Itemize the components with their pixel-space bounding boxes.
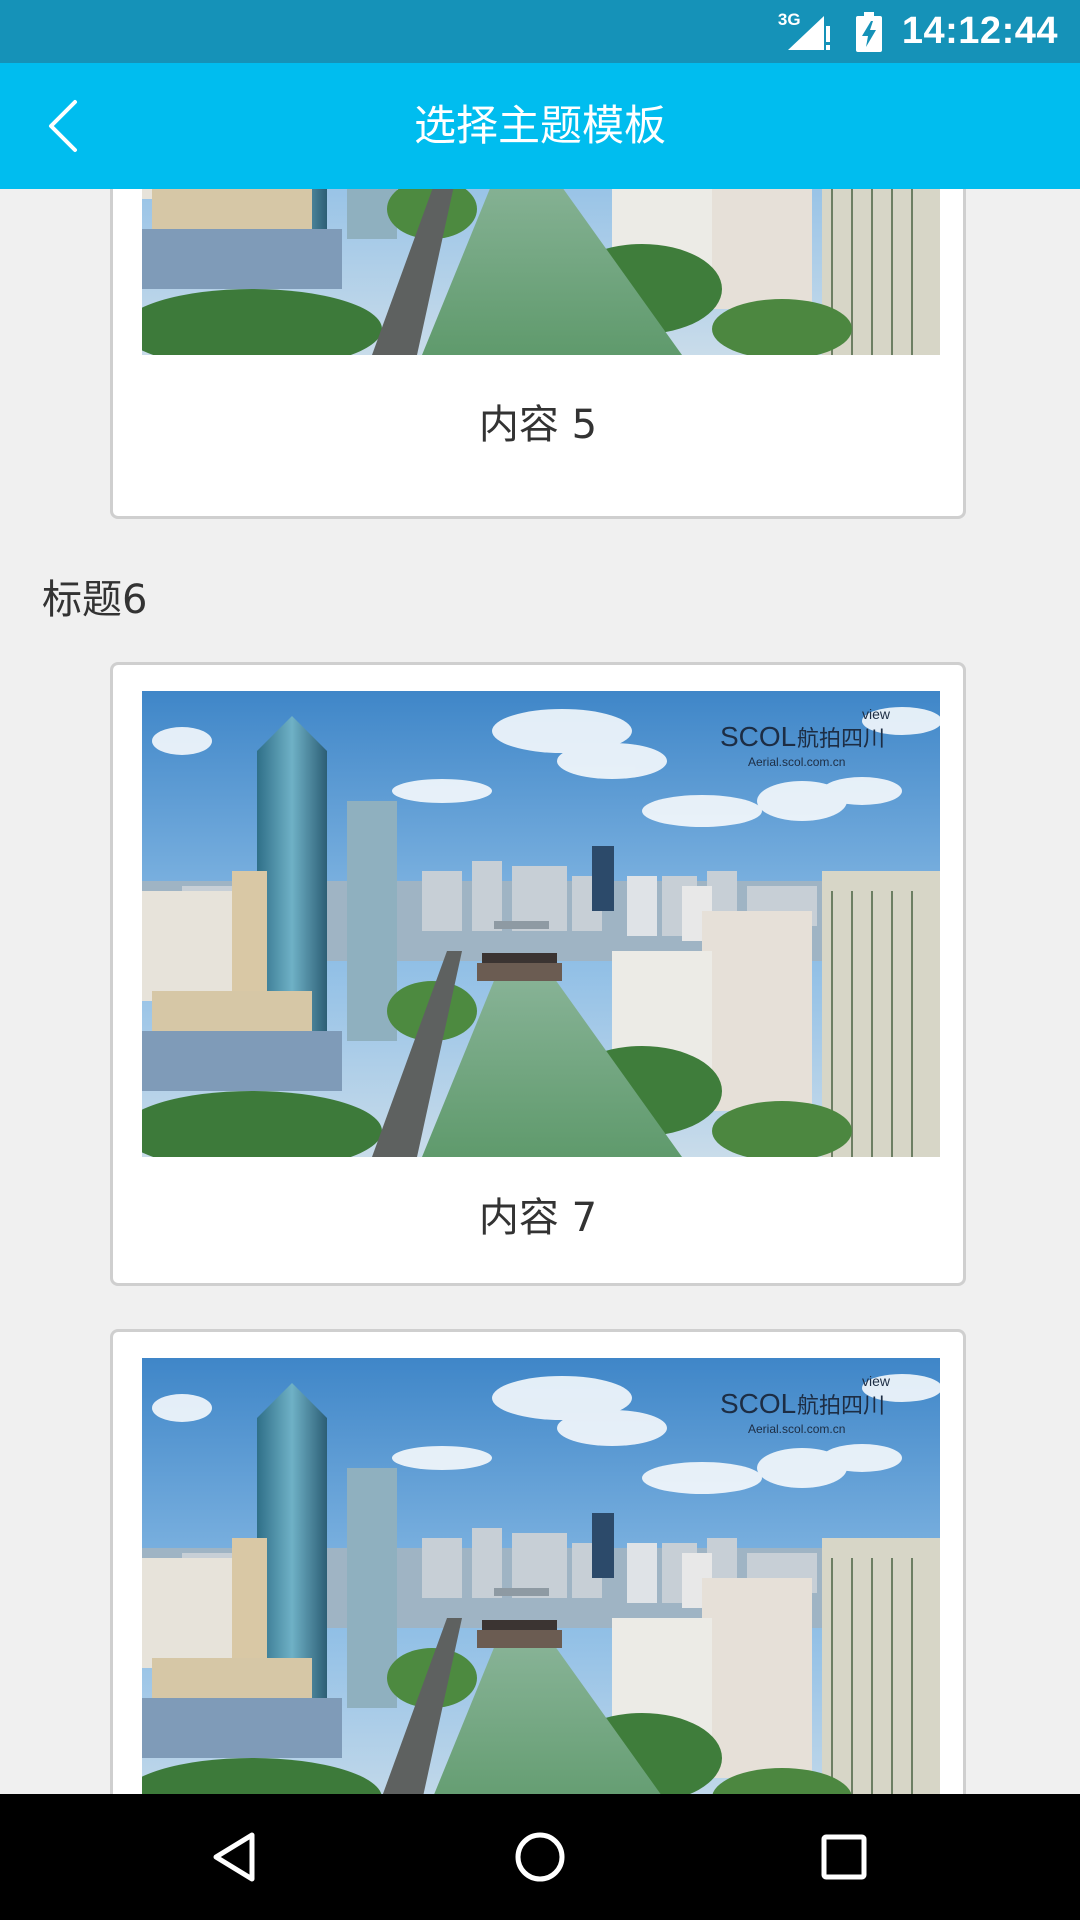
battery-charging-icon xyxy=(855,11,882,52)
svg-text:view: view xyxy=(862,706,891,722)
svg-text:航拍四川: 航拍四川 xyxy=(797,727,885,752)
chevron-left-icon xyxy=(49,100,77,152)
template-card-5[interactable]: 内容 5 xyxy=(110,189,966,519)
card-label: 内容 7 xyxy=(478,1195,598,1241)
svg-text:SCOL: SCOL xyxy=(720,1388,796,1419)
card-label: 内容 5 xyxy=(478,402,598,448)
template-list[interactable]: 内容 5 标题6 SCOL 航拍四川 view Aerial.scol.com.… xyxy=(0,189,1080,1794)
template-photo xyxy=(142,189,940,355)
status-bar: 3G 14:12:44 xyxy=(0,0,1080,63)
clock: 14:12:44 xyxy=(901,10,1058,52)
template-image: SCOL 航拍四川 view Aerial.scol.com.cn xyxy=(142,1358,940,1794)
network-indicator: 3G xyxy=(778,10,838,54)
template-image: SCOL 航拍四川 view Aerial.scol.com.cn xyxy=(142,691,940,1157)
svg-text:view: view xyxy=(862,1373,891,1389)
status-icons: 3G 14:12:44 xyxy=(778,0,1058,63)
nav-recents-icon[interactable] xyxy=(814,1827,874,1887)
system-nav-bar xyxy=(0,1794,1080,1920)
template-image xyxy=(142,189,940,355)
template-card-8[interactable]: SCOL 航拍四川 view Aerial.scol.com.cn xyxy=(110,1329,966,1794)
svg-text:航拍四川: 航拍四川 xyxy=(797,1394,885,1419)
page-title: 选择主题模板 xyxy=(413,101,666,150)
svg-text:Aerial.scol.com.cn: Aerial.scol.com.cn xyxy=(748,755,845,769)
signal-icon xyxy=(787,15,830,50)
nav-home-icon[interactable] xyxy=(510,1827,570,1887)
back-button[interactable] xyxy=(30,93,96,159)
svg-text:Aerial.scol.com.cn: Aerial.scol.com.cn xyxy=(748,1422,845,1436)
nav-back-icon[interactable] xyxy=(206,1827,266,1887)
svg-text:SCOL: SCOL xyxy=(720,721,796,752)
app-bar: 选择主题模板 xyxy=(0,63,1080,189)
section-title: 标题6 xyxy=(42,577,148,623)
template-photo: SCOL 航拍四川 view Aerial.scol.com.cn xyxy=(142,691,940,1157)
template-card-7[interactable]: SCOL 航拍四川 view Aerial.scol.com.cn 内容 7 xyxy=(110,662,966,1286)
template-photo: SCOL 航拍四川 view Aerial.scol.com.cn xyxy=(142,1358,940,1794)
